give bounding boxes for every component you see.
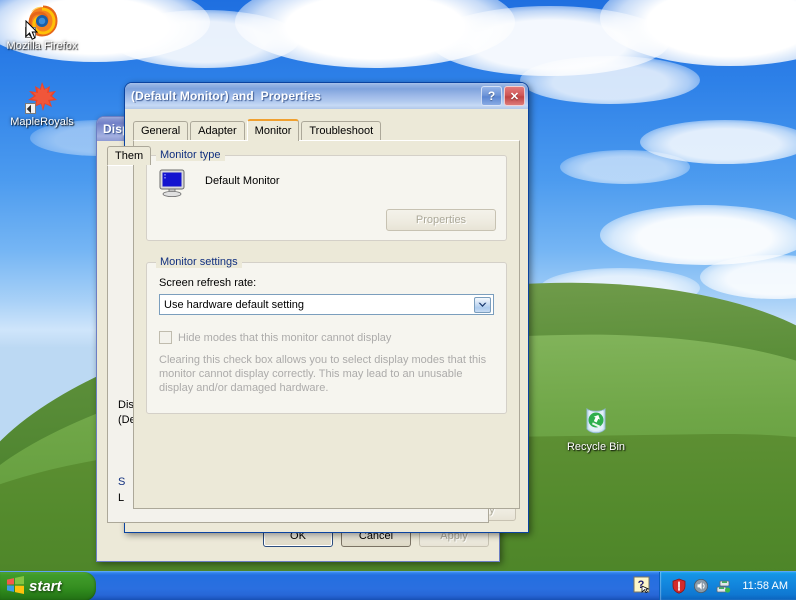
cloud [430,6,670,76]
desktop[interactable]: Mozilla Firefox MapleRoyals Recycle Bin [0,0,796,600]
security-shield-icon[interactable] [671,578,687,594]
monitor-settings-group: Monitor settings Screen refresh rate: Us… [146,256,507,414]
firefox-icon [25,4,59,38]
windows-logo-icon [6,576,25,597]
volume-speaker-icon[interactable] [693,578,709,594]
cloud [110,10,300,68]
cloud [600,205,796,265]
tab-label: Them [115,150,144,162]
maple-leaf-icon [25,80,59,114]
tab-label: Troubleshoot [309,125,374,137]
refresh-rate-combobox[interactable]: Use hardware default setting [159,294,494,315]
desktop-icon-recycle-bin[interactable]: Recycle Bin [558,405,634,453]
taskbar-help-button[interactable]: ? [625,572,659,600]
cloud [640,120,796,164]
recycle-bin-icon [579,405,613,439]
cloud [235,0,515,68]
tab-monitor[interactable]: Monitor [246,119,300,141]
refresh-rate-label: Screen refresh rate: [159,277,257,289]
taskbar[interactable]: start ? 11:58 AM [0,571,796,600]
tab-troubleshoot[interactable]: Troubleshoot [301,121,382,140]
system-tray[interactable]: 11:58 AM [659,572,796,600]
help-button[interactable]: ? [481,86,502,106]
cloud [520,56,700,104]
tab-general[interactable]: General [133,121,189,140]
start-button[interactable]: start [0,572,96,600]
tab-label: General [141,125,181,137]
desktop-icon-label: MapleRoyals [10,116,74,128]
desktop-icon-label: Recycle Bin [566,441,626,453]
monitor-properties-button: Properties [386,209,496,231]
shortcut-overlay-icon [25,27,36,38]
monitor-tab-page: Monitor type Default Monitor Properties … [133,140,520,509]
hide-modes-warning-text: Clearing this check box allows you to se… [159,354,487,394]
monitor-settings-legend: Monitor settings [156,256,242,268]
monitor-icon [157,167,189,199]
desktop-icon-firefox[interactable]: Mozilla Firefox [4,4,80,52]
close-icon: ✕ [509,90,520,103]
background-window-tabstrip[interactable]: Them [97,143,499,165]
cloud [560,150,690,184]
tab-label: Monitor [254,124,292,137]
tab-label: Adapter [198,125,237,137]
help-icon: ? [487,89,496,103]
dialog-titlebar[interactable]: (Default Monitor) and Properties ? ✕ [125,83,528,109]
hide-modes-checkbox [159,331,172,344]
start-label: start [29,578,62,595]
dialog-title: (Default Monitor) and Properties [131,89,321,103]
desktop-icon-mapleroyals[interactable]: MapleRoyals [4,80,80,128]
help-question-icon: ? [633,576,651,597]
monitor-device-name: Default Monitor [205,175,280,187]
shortcut-overlay-icon [25,103,36,114]
cloud [600,0,796,66]
hide-modes-label: Hide modes that this monitor cannot disp… [178,331,392,344]
desktop-icon-label: Mozilla Firefox [6,40,78,52]
dialog-tabstrip[interactable]: General Adapter Monitor Troubleshoot [125,118,528,141]
clock[interactable]: 11:58 AM [742,580,788,592]
monitor-type-group: Monitor type Default Monitor Properties [146,149,507,241]
close-button[interactable]: ✕ [504,86,525,106]
tab-themes[interactable]: Them [107,146,152,165]
network-activity-icon[interactable] [715,578,731,594]
refresh-rate-value: Use hardware default setting [164,298,305,311]
chevron-down-icon[interactable] [474,297,491,313]
tab-adapter[interactable]: Adapter [190,121,245,140]
